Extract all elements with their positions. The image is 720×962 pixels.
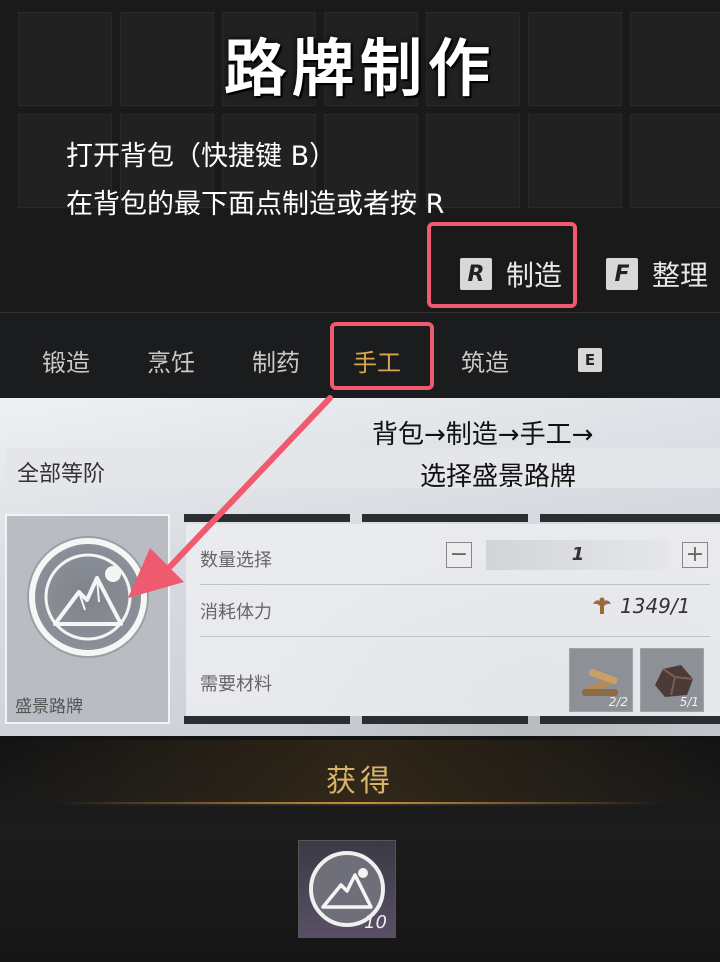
- stamina-icon: [593, 597, 611, 614]
- f-key-icon: F: [606, 258, 638, 290]
- recipe-detail: 数量选择 − 1 + 消耗体力 1349/1 需要材料 2/2 5/1: [186, 524, 720, 716]
- make-button-highlight: [427, 222, 577, 308]
- divider: [200, 636, 710, 637]
- material-count: 2/2: [608, 695, 628, 709]
- inventory-panel: 路牌制作 打开背包（快捷键 B） 在背包的最下面点制造或者按 R R 制造 F …: [0, 0, 720, 312]
- reward-quantity: 10: [364, 912, 387, 933]
- reward-item[interactable]: 10: [298, 840, 396, 938]
- e-key-icon[interactable]: E: [578, 348, 602, 372]
- material-slot-ore[interactable]: 5/1: [640, 648, 704, 712]
- stamina-value: 1349/1: [620, 594, 691, 618]
- tier-filter-label: 全部等阶: [17, 462, 106, 487]
- recipe-slot[interactable]: [362, 514, 528, 522]
- tab-medicine[interactable]: 制药: [252, 343, 300, 378]
- tab-building[interactable]: 筑造: [461, 343, 509, 378]
- tab-cooking[interactable]: 烹饪: [147, 343, 195, 378]
- tier-filter[interactable]: 全部等阶: [5, 448, 720, 488]
- guide-instruction-1: 打开背包（快捷键 B）: [66, 141, 337, 172]
- recipe-slot[interactable]: [362, 716, 528, 724]
- divider: [200, 584, 710, 585]
- material-count: 5/1: [679, 695, 699, 709]
- recipe-slot[interactable]: [540, 514, 720, 522]
- recipe-slot-row: [184, 514, 720, 524]
- obtained-title: 获得: [326, 764, 394, 799]
- inventory-slot[interactable]: [528, 114, 622, 208]
- recipe-slot[interactable]: [540, 716, 720, 724]
- stamina-cost: 1349/1: [590, 594, 690, 618]
- quantity-label: 数量选择: [200, 550, 272, 571]
- obtained-divider: [60, 802, 660, 804]
- recipe-slot[interactable]: [184, 514, 350, 522]
- stamina-label: 消耗体力: [200, 602, 272, 623]
- materials-label: 需要材料: [200, 674, 272, 695]
- recipe-card[interactable]: 盛景路牌: [5, 514, 170, 724]
- quantity-value[interactable]: 1: [486, 540, 670, 570]
- inventory-slot[interactable]: [630, 114, 720, 208]
- guide-instruction-2: 在背包的最下面点制造或者按 R: [66, 189, 445, 220]
- guide-annotation-1: 背包→制造→手工→: [372, 420, 594, 450]
- quantity-decrease-button[interactable]: −: [446, 542, 472, 568]
- sort-button-label: 整理: [652, 259, 709, 292]
- crafting-tab-bar: 锻造 烹饪 制药 手工 筑造 E: [0, 312, 720, 398]
- recipe-name: 盛景路牌: [15, 697, 83, 717]
- tab-forging[interactable]: 锻造: [42, 343, 90, 378]
- guide-annotation-2: 选择盛景路牌: [420, 462, 577, 492]
- quantity-increase-button[interactable]: +: [682, 542, 708, 568]
- material-slot-wood[interactable]: 2/2: [569, 648, 633, 712]
- recipe-slot[interactable]: [184, 716, 350, 724]
- sort-button[interactable]: F 整理: [606, 254, 708, 294]
- crafting-panel: 全部等阶 背包→制造→手工→ 选择盛景路牌 盛景路牌 数量选择 − 1 + 消耗…: [0, 398, 720, 736]
- guide-title: 路牌制作: [223, 32, 496, 105]
- mountain-sign-icon: [29, 538, 147, 656]
- handicraft-tab-highlight: [330, 322, 434, 390]
- obtained-section: 获得 10: [0, 736, 720, 962]
